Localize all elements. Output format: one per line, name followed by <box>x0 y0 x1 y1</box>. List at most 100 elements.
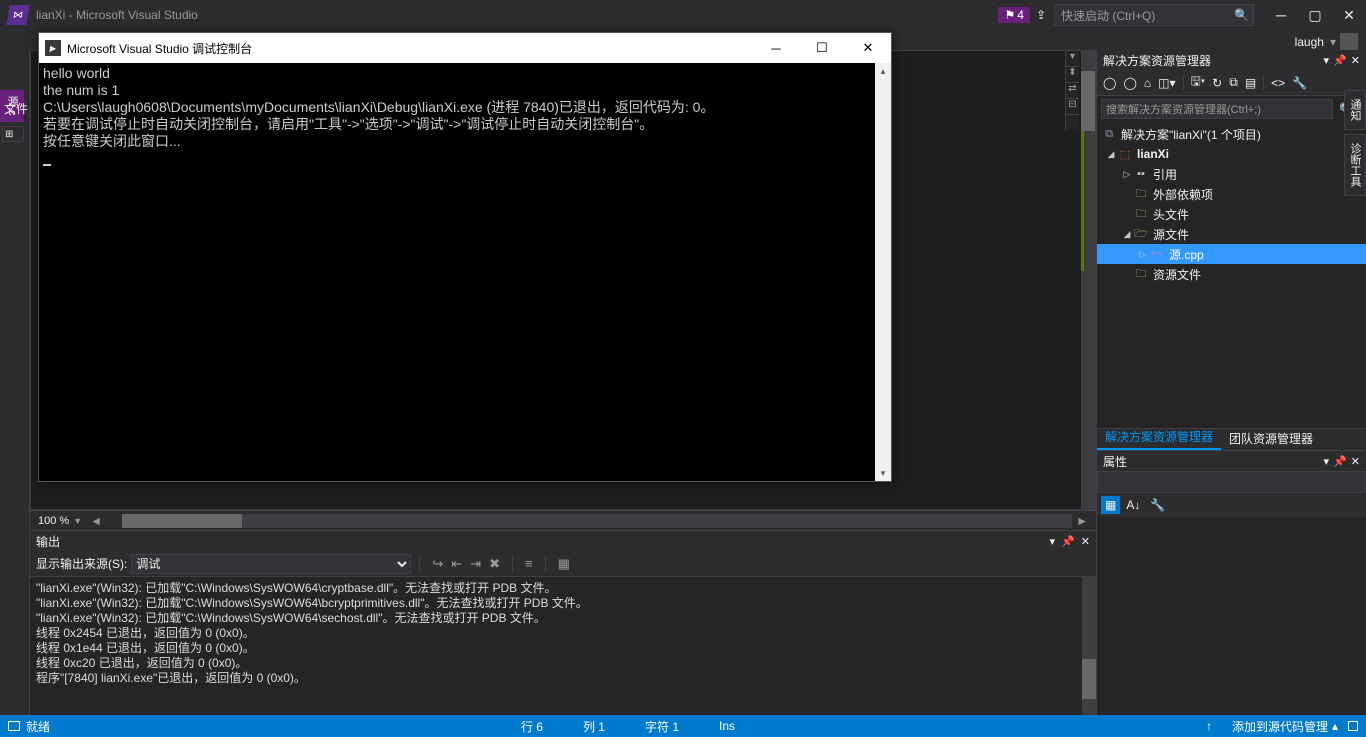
expand-icon[interactable]: ▷ <box>1137 249 1149 260</box>
collapse-icon[interactable]: ⧉ <box>1227 73 1240 92</box>
output-line: "lianXi.exe"(Win32): 已加载"C:\Windows\SysW… <box>36 596 588 610</box>
source-cpp-node[interactable]: ▷ ++ 源.cpp <box>1097 244 1366 264</box>
property-pages-icon[interactable]: 🔧 <box>1146 496 1169 514</box>
source-files-node[interactable]: ◢ 🗁 源文件 <box>1097 224 1366 244</box>
output-line: "lianXi.exe"(Win32): 已加载"C:\Windows\SysW… <box>36 581 556 595</box>
tab-solution-explorer[interactable]: 解决方案资源管理器 <box>1097 425 1221 450</box>
header-files-node[interactable]: 🗀 头文件 <box>1097 204 1366 224</box>
prev-icon[interactable]: ⇤ <box>451 556 462 572</box>
home-icon[interactable]: ⌂ <box>1142 74 1153 92</box>
scroll-left-icon[interactable]: ◄ <box>90 514 102 528</box>
categorized-icon[interactable]: ▦ <box>1101 496 1120 514</box>
left-sidebar: 文件 源.c ⊞ <box>0 50 30 715</box>
solution-explorer-search: 搜索解决方案资源管理器(Ctrl+;) 🔍▾ <box>1097 96 1366 122</box>
window-position-icon[interactable]: ▾ <box>1324 455 1330 468</box>
console-icon <box>45 40 61 56</box>
output-line: 线程 0xc20 已退出，返回值为 0 (0x0)。 <box>36 656 247 670</box>
user-name[interactable]: laugh <box>1295 35 1324 49</box>
expand-icon[interactable]: ◢ <box>1121 229 1133 240</box>
console-line: 若要在调试停止时自动关闭控制台，请启用"工具"->"选项"->"调试"->"调试… <box>43 116 653 132</box>
tab-team-explorer[interactable]: 团队资源管理器 <box>1221 427 1321 450</box>
alphabetical-icon[interactable]: A↓ <box>1122 496 1144 514</box>
console-title: Microsoft Visual Studio 调试控制台 <box>67 40 753 57</box>
close-icon[interactable]: ✕ <box>1351 54 1360 67</box>
solution-node[interactable]: ⧉ 解决方案"lianXi"(1 个项目) <box>1097 124 1366 144</box>
avatar[interactable] <box>1340 33 1358 51</box>
pin-icon[interactable]: 📌 <box>1061 535 1075 548</box>
folder-icon: 🗀 <box>1133 187 1149 201</box>
show-all-icon[interactable]: ▤ <box>1243 74 1258 92</box>
pin-icon[interactable]: 📌 <box>1333 54 1347 67</box>
status-box-icon[interactable] <box>1348 721 1358 731</box>
console-close-button[interactable]: ✕ <box>845 33 891 63</box>
project-node[interactable]: ◢ ⬚ lianXi <box>1097 144 1366 164</box>
solution-search-input[interactable]: 搜索解决方案资源管理器(Ctrl+;) <box>1101 99 1333 119</box>
console-maximize-button[interactable]: ☐ <box>799 33 845 63</box>
split-v-icon[interactable]: ⇄ <box>1066 83 1079 99</box>
output-scrollbar[interactable] <box>1082 577 1096 715</box>
output-body[interactable]: "lianXi.exe"(Win32): 已加载"C:\Windows\SysW… <box>30 577 1096 715</box>
solution-icon: ⧉ <box>1101 127 1117 141</box>
chevron-down-icon[interactable]: ▾ <box>1330 35 1336 49</box>
console-scrollbar[interactable]: ▴▾ <box>875 63 891 481</box>
console-minimize-button[interactable]: ─ <box>753 33 799 63</box>
resource-files-node[interactable]: 🗀 资源文件 <box>1097 264 1366 284</box>
search-icon: 🔍 <box>1234 8 1249 22</box>
change-indicator <box>1081 131 1084 271</box>
switch-view-icon[interactable]: ◫▾ <box>1156 74 1177 92</box>
diagnostic-tools-tab[interactable]: 诊断工具 <box>1344 134 1366 196</box>
liveshare-icon[interactable]: ⇪ <box>1036 8 1046 22</box>
sync-icon[interactable]: ↻ <box>1210 74 1224 92</box>
console-line: C:\Users\laugh0608\Documents\myDocuments… <box>43 99 714 115</box>
folder-icon: 🗀 <box>1133 207 1149 221</box>
toolbox-icon[interactable]: ⊞ <box>2 126 24 142</box>
clear-icon[interactable]: ✖ <box>489 556 500 572</box>
editor-vertical-scrollbar[interactable] <box>1081 51 1095 509</box>
pin-icon[interactable]: 📌 <box>1333 455 1347 468</box>
fwd-icon[interactable]: ◯ <box>1121 74 1138 92</box>
preview-icon[interactable]: 🔧 <box>1290 74 1309 92</box>
properties-header: 属性 ▾ 📌 ✕ <box>1097 451 1366 471</box>
file-menu[interactable]: 文件 <box>4 100 28 117</box>
scroll-right-icon[interactable]: ► <box>1076 514 1088 528</box>
publish-icon[interactable]: ↑ <box>1206 719 1212 733</box>
output-header: 输出 ▾ 📌 ✕ <box>30 531 1096 551</box>
right-rail: 通知 诊断工具 <box>1344 90 1366 200</box>
properties-body <box>1097 517 1366 715</box>
editor-horizontal-scrollbar[interactable] <box>122 514 1072 528</box>
close-icon[interactable]: ✕ <box>1081 535 1090 548</box>
split-h-icon[interactable]: ⬍ <box>1066 67 1079 83</box>
minimize-button[interactable]: ─ <box>1264 3 1298 27</box>
expand-icon[interactable]: ◢ <box>1105 149 1117 160</box>
console-titlebar[interactable]: Microsoft Visual Studio 调试控制台 ─ ☐ ✕ <box>39 33 891 63</box>
notification-badge[interactable]: ⚑4 <box>998 7 1029 23</box>
notifications-tab[interactable]: 通知 <box>1344 90 1366 130</box>
quick-launch-input[interactable]: 快速启动 (Ctrl+Q) 🔍 <box>1054 4 1254 26</box>
next-icon[interactable]: ⇥ <box>470 556 481 572</box>
options-icon[interactable]: ⊟ <box>1066 99 1079 115</box>
references-node[interactable]: ▷ ▪▪ 引用 <box>1097 164 1366 184</box>
close-icon[interactable]: ✕ <box>1351 455 1360 468</box>
maximize-button[interactable]: ▢ <box>1298 3 1332 27</box>
status-mode-icon[interactable] <box>8 721 20 731</box>
window-position-icon[interactable]: ▾ <box>1050 535 1056 548</box>
window-position-icon[interactable]: ▾ <box>1324 54 1330 67</box>
properties-object-combo[interactable] <box>1097 471 1366 493</box>
output-source-select[interactable]: 调试 <box>131 554 411 574</box>
status-scm[interactable]: 添加到源代码管理 <box>1232 718 1328 735</box>
dropdown-icon[interactable]: ▾ <box>1066 51 1079 67</box>
external-deps-node[interactable]: 🗀 外部依赖项 <box>1097 184 1366 204</box>
console-body[interactable]: hello world the num is 1 C:\Users\laugh0… <box>39 63 891 481</box>
close-button[interactable]: ✕ <box>1332 3 1366 27</box>
scrollbar-thumb[interactable] <box>1081 71 1095 131</box>
properties-icon[interactable]: <> <box>1269 74 1287 92</box>
program-output-icon[interactable]: ▦ <box>558 556 570 572</box>
back-icon[interactable]: ◯ <box>1101 74 1118 92</box>
zoom-level[interactable]: 100 % <box>38 515 69 527</box>
chevron-down-icon[interactable]: ▼ <box>73 516 82 526</box>
goto-icon[interactable]: ↪ <box>432 556 443 572</box>
pending-changes-icon[interactable]: 🖫▾ <box>1189 70 1208 95</box>
expand-icon[interactable]: ▷ <box>1121 169 1133 180</box>
wordwrap-icon[interactable]: ≡ <box>525 556 533 571</box>
chevron-up-icon[interactable]: ▴ <box>1332 719 1338 733</box>
